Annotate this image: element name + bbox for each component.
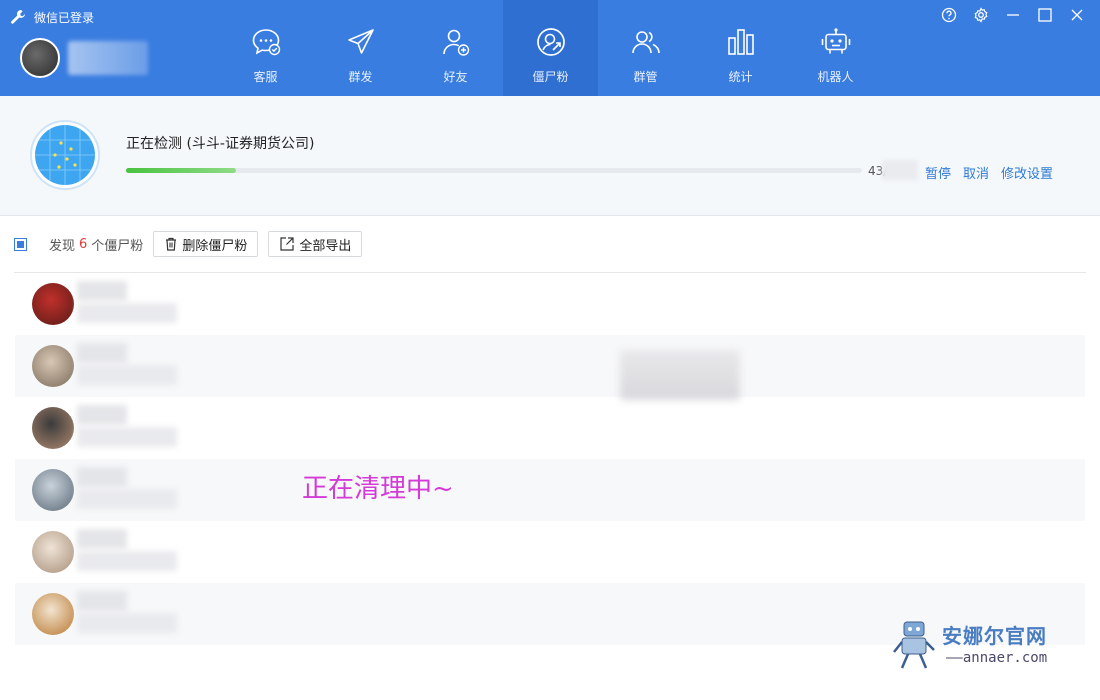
paper-plane-icon (347, 29, 374, 54)
progress-bar (126, 168, 862, 173)
tab-haoyou[interactable]: 好友 (408, 0, 503, 96)
gear-icon[interactable] (972, 6, 990, 24)
tab-qunguan[interactable]: 群管 (598, 0, 693, 96)
pause-link[interactable]: 暂停 (925, 163, 951, 182)
list-item[interactable] (15, 459, 1085, 521)
window-controls (940, 6, 1086, 24)
avatar (32, 283, 74, 325)
tab-label: 僵尸粉 (532, 70, 569, 84)
export-icon (280, 237, 294, 251)
export-all-button[interactable]: 全部导出 (268, 231, 363, 257)
tab-label: 机器人 (817, 70, 854, 84)
trash-icon (166, 237, 177, 251)
zombie-fan-icon (536, 28, 565, 56)
avatar (32, 593, 74, 635)
minimize-icon[interactable] (1004, 6, 1022, 24)
found-prefix: 发现 (49, 238, 76, 254)
zombie-list (15, 273, 1085, 645)
wrench-icon[interactable] (10, 9, 26, 25)
delete-zombie-label: 删除僵尸粉 (182, 238, 248, 254)
found-suffix: 个僵尸粉 (91, 238, 144, 254)
tab-label: 好友 (443, 70, 468, 84)
tab-label: 客服 (253, 70, 278, 84)
delete-zombie-button[interactable]: 删除僵尸粉 (153, 231, 259, 257)
tab-tongji[interactable]: 统计 (693, 0, 788, 96)
settings-link[interactable]: 修改设置 (1001, 163, 1053, 182)
watermark: 安娜尔官网 ——annaer.com (890, 618, 1070, 672)
detection-panel: 正在检测 (斗斗-证券期货公司) 43/ 暂停 取消 修改设置 (0, 96, 1100, 216)
window-title: 微信已登录 (34, 10, 95, 25)
detecting-title: 正在检测 (斗斗-证券期货公司) (126, 136, 315, 152)
user-name-blurred (68, 41, 148, 75)
found-summary: 发现 6 个僵尸粉 (49, 235, 143, 254)
progress-bar-fill (126, 168, 237, 173)
tab-qunfa[interactable]: 群发 (313, 0, 408, 96)
main-nav: 客服 群发 好友 僵尸粉 群管 统计 机器人 (218, 0, 883, 96)
robot-logo-icon (893, 621, 935, 669)
tab-label: 统计 (728, 70, 753, 84)
ghost-overlay (620, 350, 740, 400)
radar-icon (30, 120, 100, 190)
watermark-cn: 安娜尔官网 (942, 624, 1047, 648)
watermark-en: ——annaer.com (946, 650, 1048, 666)
group-icon (631, 31, 660, 54)
tab-jiangshifen[interactable]: 僵尸粉 (503, 0, 598, 96)
progress-actions: 暂停 取消 修改设置 (925, 163, 1053, 182)
avatar (32, 407, 74, 449)
list-item[interactable] (15, 521, 1085, 583)
progress-count-blur (882, 160, 918, 180)
tab-label: 群发 (348, 70, 373, 84)
export-all-label: 全部导出 (299, 238, 352, 254)
found-count: 6 (79, 236, 88, 252)
tab-label: 群管 (633, 70, 658, 84)
list-item[interactable] (15, 335, 1085, 400)
title-bar: 微信已登录 (10, 8, 94, 26)
user-profile[interactable] (20, 38, 148, 78)
chat-check-icon (252, 29, 280, 56)
top-header: 微信已登录 客服 群发 好友 僵尸粉 群管 统计 机器人 (0, 0, 1100, 96)
maximize-icon[interactable] (1036, 6, 1054, 24)
list-toolbar: 发现 6 个僵尸粉 删除僵尸粉 全部导出 (14, 231, 372, 257)
add-friend-icon (442, 29, 469, 56)
tab-kefu[interactable]: 客服 (218, 0, 313, 96)
avatar (32, 469, 74, 511)
list-item[interactable] (15, 273, 1085, 335)
avatar (32, 345, 74, 387)
close-icon[interactable] (1068, 6, 1086, 24)
bar-stats-icon (727, 29, 754, 55)
cancel-link[interactable]: 取消 (963, 163, 989, 182)
tab-jiqiren[interactable]: 机器人 (788, 0, 883, 96)
help-icon[interactable] (940, 6, 958, 24)
list-item[interactable] (15, 397, 1085, 459)
select-all-checkbox[interactable] (14, 237, 27, 251)
cleaning-overlay-text: 正在清理中~ (302, 474, 454, 504)
robot-icon (821, 28, 850, 54)
avatar[interactable] (20, 38, 60, 78)
avatar (32, 531, 74, 573)
